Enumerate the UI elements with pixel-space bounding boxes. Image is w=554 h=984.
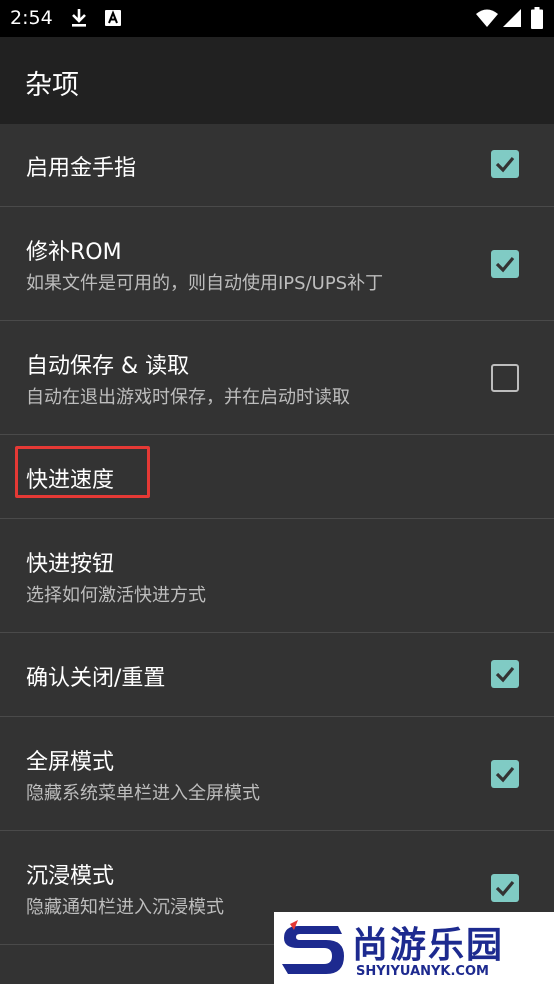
checkmark-icon [495,766,515,783]
setting-title: 全屏模式 [26,750,115,775]
checkbox[interactable] [491,150,519,178]
setting-title: 自动保存 & 读取 [26,354,190,379]
checkbox[interactable] [491,874,519,902]
status-time: 2:54 [10,7,53,29]
checkbox[interactable] [491,364,519,392]
checkmark-icon [495,666,515,683]
app-bar: 杂项 [0,37,554,124]
settings-list: 启用金手指 修补ROM 如果文件是可用的，则自动使用IPS/UPS补丁 自动保存… [0,124,554,945]
wifi-icon [476,9,498,31]
setting-summary: 隐藏通知栏进入沉浸模式 [26,897,224,918]
setting-fullscreen[interactable]: 全屏模式 隐藏系统菜单栏进入全屏模式 [0,717,554,831]
status-bar: 2:54 [0,0,554,37]
setting-fast-forward-button[interactable]: 快进按钮 选择如何激活快进方式 [0,519,554,633]
watermark-url: SHYIYUANYK.COM [356,964,489,979]
highlight-box [15,446,150,498]
setting-title: 修补ROM [26,240,122,265]
setting-title: 快进按钮 [26,552,115,577]
logo-s-icon [282,920,344,974]
signal-icon [503,9,521,31]
setting-summary: 选择如何激活快进方式 [26,585,206,606]
setting-summary: 自动在退出游戏时保存，并在启动时读取 [26,387,350,408]
setting-title: 启用金手指 [26,156,137,181]
setting-cheats[interactable]: 启用金手指 [0,124,554,207]
watermark-name: 尚游乐园 [352,925,505,966]
setting-title: 确认关闭/重置 [26,666,166,691]
setting-summary: 如果文件是可用的，则自动使用IPS/UPS补丁 [26,273,384,294]
checkbox[interactable] [491,760,519,788]
download-icon [70,8,88,32]
checkbox[interactable] [491,660,519,688]
checkmark-icon [495,256,515,273]
setting-autosave[interactable]: 自动保存 & 读取 自动在退出游戏时保存，并在启动时读取 [0,321,554,435]
battery-icon [531,7,543,33]
setting-patch-rom[interactable]: 修补ROM 如果文件是可用的，则自动使用IPS/UPS补丁 [0,207,554,321]
setting-summary: 隐藏系统菜单栏进入全屏模式 [26,783,260,804]
page-title: 杂项 [25,70,79,101]
checkbox[interactable] [491,250,519,278]
setting-confirm-close[interactable]: 确认关闭/重置 [0,633,554,717]
app-notification-icon [105,10,121,30]
checkmark-icon [495,156,515,173]
checkmark-icon [495,880,515,897]
watermark-logo: 尚游乐园 SHYIYUANYK.COM [274,912,554,984]
setting-title: 沉浸模式 [26,864,115,889]
